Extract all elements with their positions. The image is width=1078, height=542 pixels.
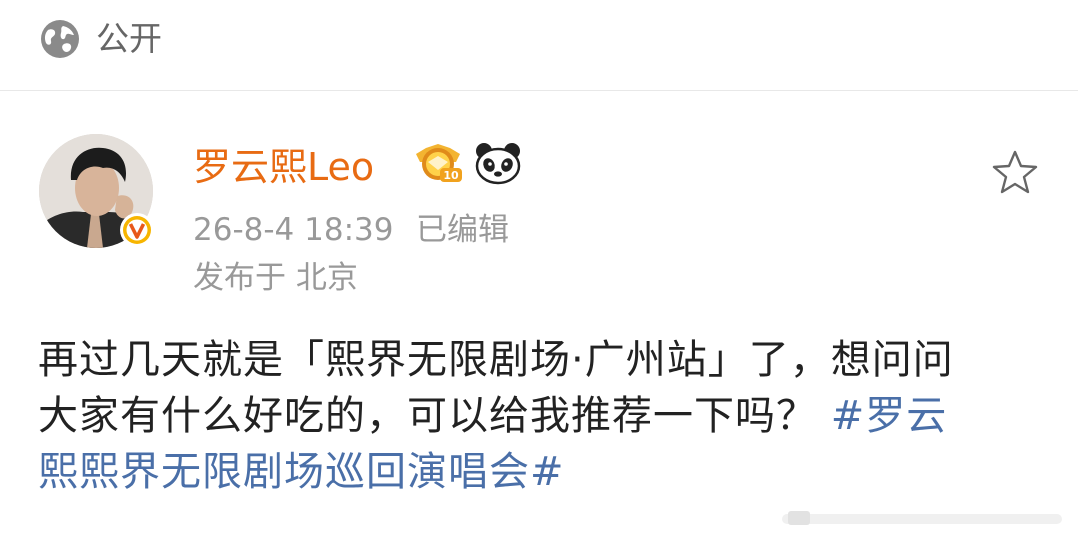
post-time: 26-8-4 18:39 — [193, 212, 394, 248]
author-name[interactable]: 罗云熙Leo — [193, 142, 374, 192]
panda-icon — [475, 143, 521, 185]
post-location: 发布于 北京 — [193, 260, 358, 296]
verified-v-badge-icon — [120, 213, 154, 247]
post-text-segment: 再过几天就是「熙界无限剧场·广州站」了，想问问 — [38, 337, 954, 383]
author-avatar[interactable] — [39, 134, 157, 252]
rank-10-badge-icon[interactable]: 10 — [410, 140, 466, 186]
svg-text:10: 10 — [443, 169, 459, 182]
visibility-label: 公开 — [96, 19, 162, 58]
globe-icon — [41, 20, 79, 58]
post-text-line: 大家有什么好吃的，可以给我推荐一下吗？ #罗云 — [38, 388, 1038, 444]
hashtag-link[interactable]: #罗云 — [831, 393, 948, 439]
star-icon[interactable] — [990, 148, 1040, 196]
post-text: 再过几天就是「熙界无限剧场·广州站」了，想问问 大家有什么好吃的，可以给我推荐一… — [38, 332, 1038, 500]
visibility-bar[interactable]: 公开 — [0, 0, 1078, 90]
divider — [0, 90, 1078, 91]
post-text-line: 再过几天就是「熙界无限剧场·广州站」了，想问问 — [38, 332, 1038, 388]
edited-label[interactable]: 已编辑 — [416, 210, 509, 250]
post-text-segment: 大家有什么好吃的，可以给我推荐一下吗？ — [38, 393, 831, 439]
post-text-line: 熙熙界无限剧场巡回演唱会# — [38, 444, 1038, 500]
hashtag-link[interactable]: 熙熙界无限剧场巡回演唱会# — [38, 449, 565, 495]
watermark-icon — [782, 511, 1062, 525]
